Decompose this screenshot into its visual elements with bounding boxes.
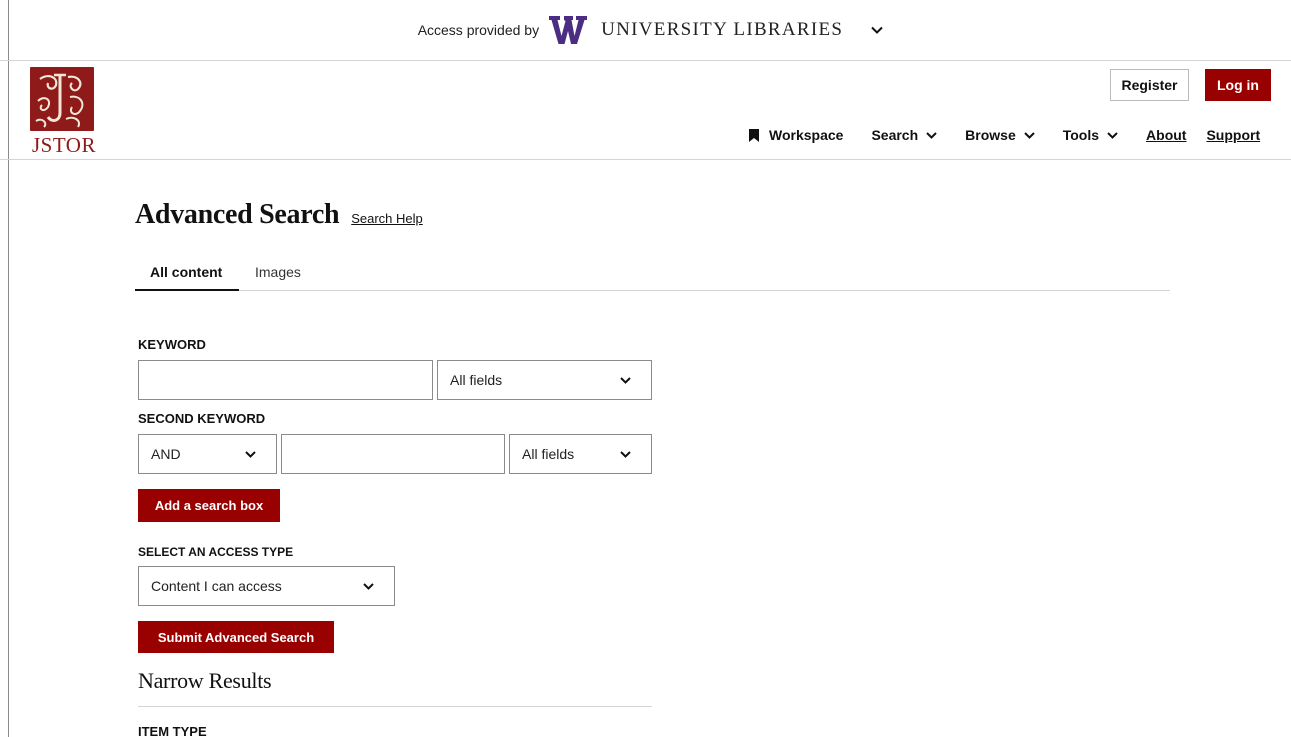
bookmark-icon — [749, 128, 759, 142]
nav-search[interactable]: Search — [871, 127, 937, 143]
page-title-row: Advanced Search Search Help — [135, 199, 423, 231]
operator-select-value: AND — [151, 446, 181, 462]
site-header: JSTOR Register Log in Workspace Search B… — [0, 61, 1291, 160]
main-nav: Workspace Search Browse Tools About Supp… — [749, 127, 1260, 143]
access-label: Access provided by — [417, 22, 540, 38]
narrow-results-heading: Narrow Results — [138, 668, 272, 693]
second-keyword-field-select-value: All fields — [522, 446, 575, 462]
register-button[interactable]: Register — [1110, 69, 1189, 101]
keyword-label: KEYWORD — [138, 337, 206, 352]
institution-selector[interactable]: Access provided by UNIVERSITY LIBRARIES — [418, 14, 884, 46]
page-title: Advanced Search — [135, 199, 340, 230]
second-keyword-input[interactable] — [281, 434, 505, 474]
nav-browse[interactable]: Browse — [965, 127, 1035, 143]
operator-select[interactable]: AND — [138, 434, 277, 474]
institution-name: UNIVERSITY LIBRARIES — [601, 19, 844, 40]
nav-support-link[interactable]: Support — [1206, 127, 1260, 143]
divider — [138, 706, 652, 707]
chevron-down-icon — [363, 583, 374, 590]
nav-search-label: Search — [871, 127, 919, 143]
nav-tools[interactable]: Tools — [1063, 127, 1118, 143]
jstor-logo[interactable]: JSTOR — [30, 67, 96, 157]
jstor-wordmark: JSTOR — [32, 133, 96, 157]
chevron-down-icon — [620, 451, 631, 458]
access-type-select[interactable]: Content I can access — [138, 566, 395, 606]
uw-w-logo-icon — [549, 16, 588, 44]
content-tabs: All content Images — [135, 256, 1170, 291]
second-keyword-label: SECOND KEYWORD — [138, 411, 266, 426]
tab-all-content[interactable]: All content — [135, 264, 239, 291]
nav-workspace[interactable]: Workspace — [749, 127, 843, 143]
keyword-field-select[interactable]: All fields — [437, 360, 652, 400]
item-type-label: ITEM TYPE — [138, 724, 207, 737]
login-button[interactable]: Log in — [1205, 69, 1271, 101]
add-search-box-button[interactable]: Add a search box — [138, 489, 280, 522]
access-type-label: SELECT AN ACCESS TYPE — [138, 545, 294, 559]
jstor-emblem-icon — [30, 67, 94, 131]
nav-about-link[interactable]: About — [1146, 127, 1186, 143]
nav-workspace-label: Workspace — [769, 127, 844, 143]
second-keyword-field-select[interactable]: All fields — [509, 434, 652, 474]
submit-advanced-search-button[interactable]: Submit Advanced Search — [138, 621, 334, 653]
nav-browse-label: Browse — [965, 127, 1016, 143]
keyword-field-select-value: All fields — [450, 372, 503, 388]
chevron-down-icon — [245, 451, 256, 458]
nav-tools-label: Tools — [1062, 127, 1100, 143]
chevron-down-icon — [871, 26, 884, 34]
keyword-input[interactable] — [138, 360, 433, 400]
chevron-down-icon — [1024, 131, 1035, 139]
search-help-link[interactable]: Search Help — [351, 211, 423, 226]
chevron-down-icon — [926, 131, 937, 139]
chevron-down-icon — [620, 377, 631, 384]
chevron-down-icon — [1107, 131, 1118, 139]
access-banner: Access provided by UNIVERSITY LIBRARIES — [0, 0, 1291, 61]
access-type-select-value: Content I can access — [151, 578, 282, 594]
tab-images[interactable]: Images — [255, 264, 301, 280]
